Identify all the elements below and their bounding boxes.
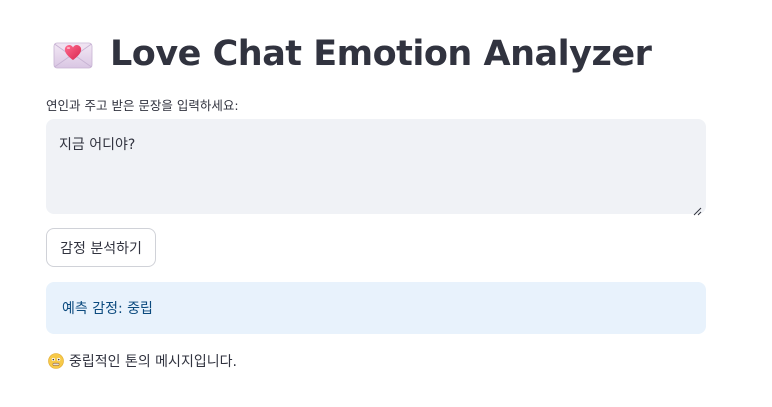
title-row: Love Chat Emotion Analyzer [52, 28, 652, 80]
love-letter-icon [52, 38, 94, 70]
input-label: 연인과 주고 받은 문장을 입력하세요: [46, 98, 239, 113]
prediction-text: 예측 감정: 중립 [62, 301, 153, 317]
prediction-alert: 예측 감정: 중립 [46, 282, 706, 334]
neutral-face-icon [48, 353, 64, 369]
chat-textarea[interactable]: 지금 어디야? [46, 119, 706, 214]
analyze-button[interactable]: 감정 분석하기 [46, 228, 156, 267]
page-title: Love Chat Emotion Analyzer [110, 33, 652, 74]
resize-handle-icon[interactable] [692, 201, 702, 216]
tone-text: 중립적인 톤의 메시지입니다. [69, 354, 237, 370]
tone-message: 중립적인 톤의 메시지입니다. [48, 350, 237, 372]
app-container: Love Chat Emotion Analyzer 연인과 주고 받은 문장을… [0, 0, 772, 407]
